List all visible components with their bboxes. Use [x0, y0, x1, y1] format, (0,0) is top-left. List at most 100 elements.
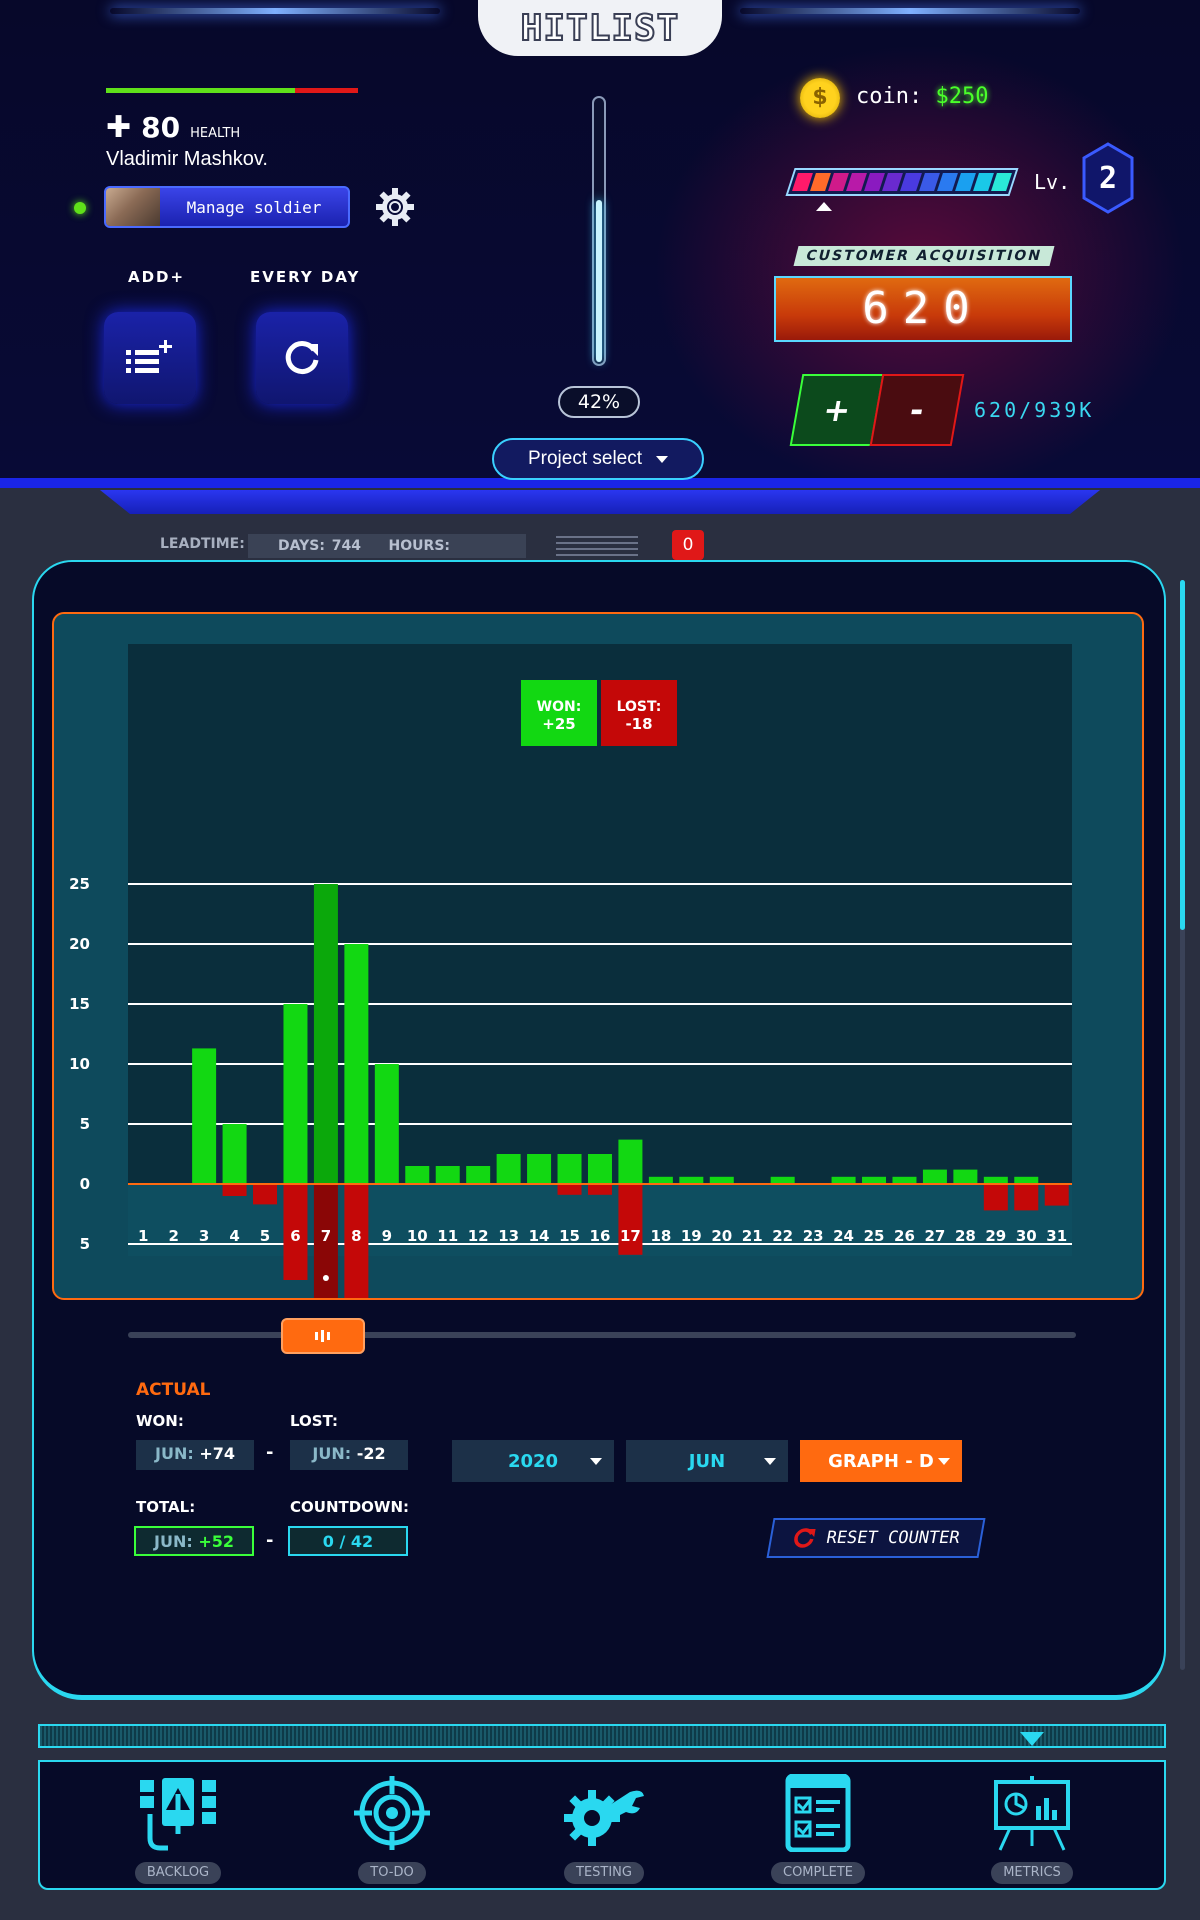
legend-lost-value: -18	[625, 715, 652, 733]
manage-soldier-label: Manage soldier	[186, 197, 322, 217]
level-segment	[990, 173, 1012, 191]
every-day-button[interactable]	[256, 312, 348, 404]
project-select-dropdown[interactable]: Project select	[492, 438, 704, 480]
logo-text: HITLIST	[520, 7, 680, 50]
x-tick-label: 1	[138, 1227, 148, 1245]
wrench-gear-icon	[564, 1790, 644, 1846]
user-name: Vladimir Mashkov.	[106, 148, 268, 170]
won-bar[interactable]	[709, 1176, 734, 1184]
leadtime-label: LEADTIME:	[160, 536, 245, 552]
progress-vertical-slider[interactable]	[592, 96, 606, 366]
won-bar[interactable]	[922, 1169, 947, 1184]
countdown-value: 0 / 42	[288, 1526, 408, 1556]
won-value-box: JUN: +74	[136, 1440, 254, 1470]
lost-bar[interactable]	[222, 1184, 247, 1196]
x-tick-label: 4	[229, 1227, 239, 1245]
target-icon	[354, 1776, 430, 1850]
nav-item-backlog[interactable]: BACKLOG	[108, 1774, 248, 1884]
x-tick-label: 7	[321, 1227, 331, 1245]
x-tick-label: 9	[382, 1227, 392, 1245]
won-bar[interactable]	[374, 1064, 399, 1184]
separator: -	[266, 1530, 274, 1551]
legend-won-label: WON:	[537, 699, 582, 715]
won-bar[interactable]	[892, 1176, 917, 1184]
health-row: ✚ 80 HEALTH	[106, 110, 240, 145]
lost-bar[interactable]	[557, 1184, 582, 1195]
nav-item-complete[interactable]: COMPLETE	[748, 1774, 888, 1884]
won-bar[interactable]	[557, 1154, 582, 1184]
won-bar[interactable]	[466, 1166, 491, 1184]
year-select[interactable]: 2020	[452, 1440, 614, 1482]
x-tick-label: 13	[498, 1227, 519, 1245]
won-bar[interactable]	[983, 1176, 1008, 1184]
won-bar[interactable]	[862, 1176, 887, 1184]
x-tick-label: 21	[742, 1227, 763, 1245]
lost-bar[interactable]	[587, 1184, 612, 1195]
y-tick-label: 25	[69, 875, 90, 893]
health-bar	[106, 88, 358, 93]
won-bar[interactable]	[405, 1166, 430, 1184]
won-bar[interactable]	[648, 1176, 673, 1184]
won-label: WON:	[136, 1412, 184, 1430]
won-bar[interactable]	[313, 884, 338, 1184]
leadtime-days: DAYS: 744	[278, 538, 362, 554]
presentation-icon	[994, 1776, 1070, 1851]
handle-grip	[327, 1332, 331, 1340]
add-task-button[interactable]	[104, 312, 196, 404]
notification-badge[interactable]: 0	[672, 530, 704, 560]
lost-bar[interactable]	[253, 1184, 278, 1205]
x-tick-label: 31	[1046, 1227, 1067, 1245]
won-bar[interactable]	[344, 944, 369, 1184]
lost-bar[interactable]	[983, 1184, 1008, 1211]
won-bar[interactable]	[953, 1169, 978, 1184]
won-bar[interactable]	[770, 1176, 795, 1184]
online-status-dot	[74, 202, 86, 214]
won-bar[interactable]	[435, 1166, 460, 1184]
x-tick-label: 15	[559, 1227, 580, 1245]
won-bar[interactable]	[1014, 1176, 1039, 1184]
manage-soldier-button[interactable]: Manage soldier	[104, 186, 350, 228]
y-tick-label: 0	[80, 1175, 90, 1193]
level-value: 2	[1099, 161, 1117, 196]
year-value: 2020	[507, 1450, 559, 1472]
month-value: JUN	[688, 1450, 726, 1472]
won-bar[interactable]	[679, 1176, 704, 1184]
x-tick-label: 11	[437, 1227, 458, 1245]
nav-item-todo[interactable]: TO-DO	[322, 1774, 462, 1884]
lost-bar[interactable]	[1044, 1184, 1069, 1206]
x-tick-label: 8	[351, 1227, 361, 1245]
level-badge: 2	[1082, 142, 1134, 214]
chevron-down-icon	[764, 1458, 776, 1465]
won-bar[interactable]	[496, 1154, 521, 1184]
nav-item-metrics[interactable]: METRICS	[962, 1774, 1102, 1884]
menu-lines-icon[interactable]	[556, 536, 638, 556]
add-list-icon	[126, 340, 172, 373]
won-bar[interactable]	[587, 1154, 612, 1184]
reset-counter-button[interactable]: RESET COUNTER	[766, 1518, 986, 1558]
coin-label: coin:	[856, 84, 923, 109]
slider-handle[interactable]	[280, 1318, 365, 1354]
health-bar-fill	[106, 88, 295, 93]
x-tick-label: 23	[803, 1227, 824, 1245]
date-range-slider[interactable]	[128, 1332, 1076, 1338]
won-bar[interactable]	[192, 1048, 217, 1184]
graph-select[interactable]: GRAPH - D	[800, 1440, 962, 1482]
month-select[interactable]: JUN	[626, 1440, 788, 1482]
won-bar[interactable]	[283, 1004, 308, 1184]
x-tick-label: 30	[1016, 1227, 1037, 1245]
gear-icon[interactable]	[374, 186, 416, 228]
x-tick-label: 19	[681, 1227, 702, 1245]
x-tick-label: 17	[620, 1227, 641, 1245]
decrement-button[interactable]: -	[869, 374, 965, 446]
scrollbar-thumb[interactable]	[1180, 580, 1185, 930]
won-bar[interactable]	[527, 1154, 552, 1184]
increment-button[interactable]: +	[789, 374, 885, 446]
nav-item-testing[interactable]: TESTING	[534, 1774, 674, 1884]
won-bar[interactable]	[618, 1139, 643, 1184]
lost-bar[interactable]	[1014, 1184, 1039, 1211]
won-bar[interactable]	[831, 1176, 856, 1184]
x-tick-label: 2	[168, 1227, 178, 1245]
won-bar[interactable]	[222, 1124, 247, 1184]
x-tick-label: 3	[199, 1227, 209, 1245]
separator: -	[266, 1442, 274, 1463]
